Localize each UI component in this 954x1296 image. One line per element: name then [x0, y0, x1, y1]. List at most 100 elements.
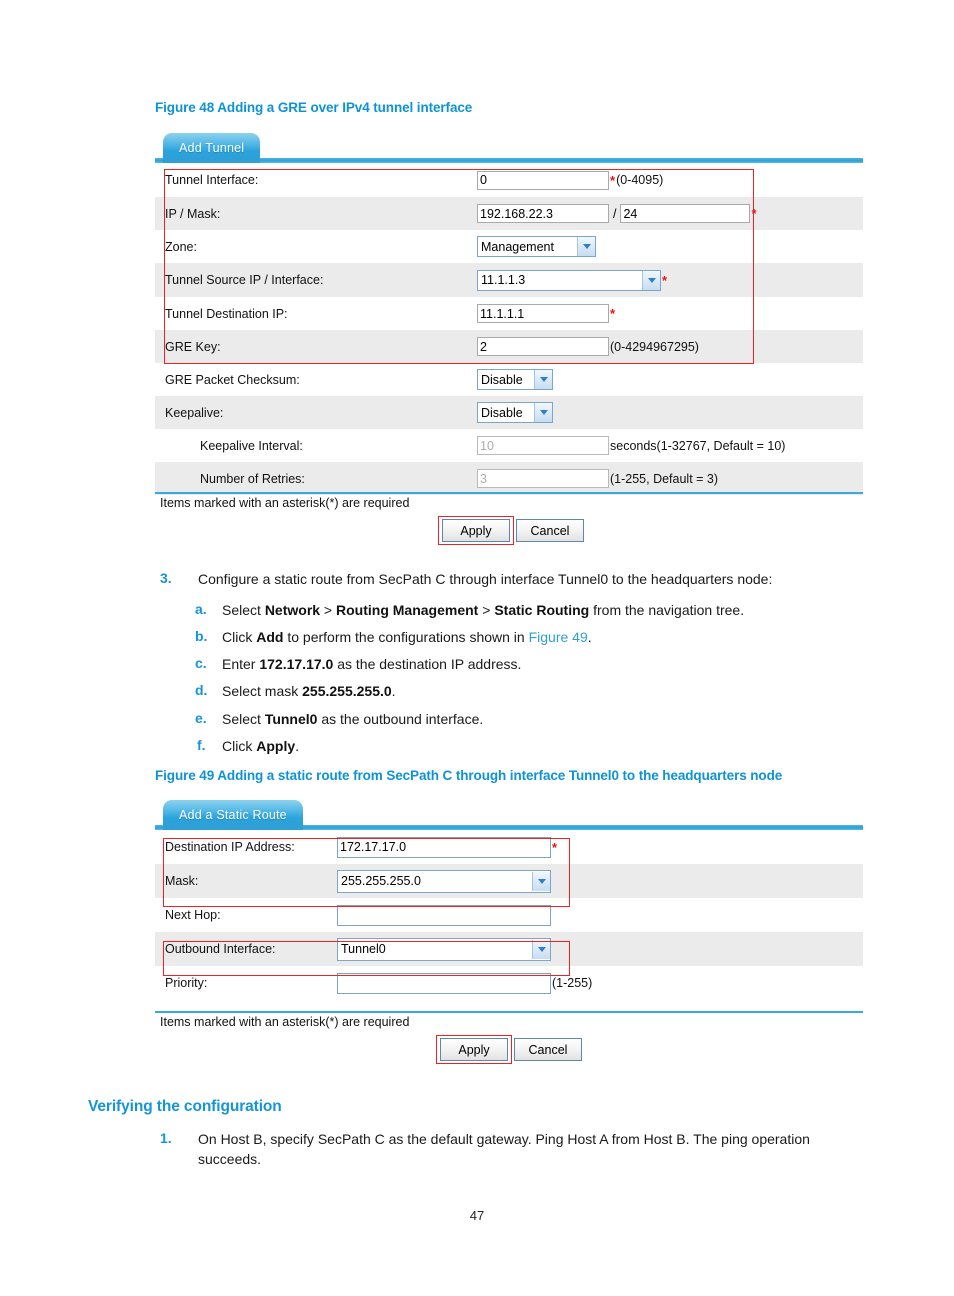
page-number: 47 — [469, 1208, 485, 1223]
plain-text: Enter — [222, 656, 260, 672]
mask-length-input[interactable] — [620, 204, 751, 223]
tunnel-interface-input[interactable] — [477, 170, 609, 190]
emphasis-text: Add — [256, 629, 284, 645]
row-outbound-interface: Outbound Interface: Tunnel0 — [155, 932, 863, 966]
control-tunnel-destination: * — [477, 304, 615, 323]
row-gre-packet-checksum: GRE Packet Checksum: Disable — [155, 363, 863, 396]
figure-48-caption: Figure 48 Adding a GRE over IPv4 tunnel … — [155, 100, 473, 115]
step-3-marker: 3. — [160, 570, 172, 586]
required-asterisk: * — [751, 206, 757, 221]
ip-address-input[interactable] — [477, 204, 609, 223]
hint-priority: (1-255) — [552, 976, 593, 990]
label-priority: Priority: — [165, 976, 208, 990]
row-tunnel-interface: Tunnel Interface: * (0-4095) — [155, 163, 863, 197]
control-number-of-retries: (1-255, Default = 3) — [477, 469, 718, 488]
mask-select[interactable]: 255.255.255.0 — [337, 869, 551, 893]
substep-f-marker: f. — [197, 737, 206, 753]
substep-a-text: Select Network > Routing Management > St… — [222, 601, 882, 621]
control-outbound-interface: Tunnel0 — [337, 937, 551, 961]
chevron-down-icon[interactable] — [532, 871, 550, 891]
add-tunnel-tab-strip: Add Tunnel — [155, 133, 863, 163]
hint-keepalive-interval: seconds(1-32767, Default = 10) — [610, 438, 786, 453]
required-note-49: Items marked with an asterisk(*) are req… — [160, 1015, 410, 1029]
row-zone: Zone: Management — [155, 230, 863, 263]
chevron-down-icon[interactable] — [532, 939, 550, 959]
control-tunnel-source: 11.1.1.3 * — [477, 269, 667, 291]
substep-a-marker: a. — [195, 601, 207, 617]
emphasis-text: Static Routing — [494, 602, 590, 618]
tab-add-static-route[interactable]: Add a Static Route — [163, 800, 303, 830]
zone-select[interactable]: Management — [477, 236, 596, 257]
emphasis-text: Tunnel0 — [264, 711, 318, 727]
plain-text: Click — [222, 738, 257, 754]
button-row-48: Apply Cancel — [442, 519, 584, 542]
outbound-interface-select[interactable]: Tunnel0 — [337, 937, 551, 961]
substep-c-text: Enter 172.17.17.0 as the destination IP … — [222, 655, 882, 675]
emphasis-text: 172.17.17.0 — [259, 656, 334, 672]
row-tunnel-source: Tunnel Source IP / Interface: 11.1.1.3 * — [155, 263, 863, 297]
tunnel-source-value: 11.1.1.3 — [481, 273, 526, 287]
control-ip-mask: / * — [477, 204, 757, 223]
keepalive-select[interactable]: Disable — [477, 402, 553, 423]
tab-add-tunnel-label: Add Tunnel — [179, 141, 245, 155]
apply-button[interactable]: Apply — [442, 519, 510, 542]
plain-text: . — [295, 738, 300, 754]
figure-reference-link[interactable]: Figure 49 — [529, 629, 588, 645]
cancel-button[interactable]: Cancel — [514, 1038, 582, 1061]
tunnel-source-select[interactable]: 11.1.1.3 — [477, 269, 661, 291]
keepalive-interval-input[interactable] — [477, 436, 609, 455]
control-zone: Management — [477, 236, 596, 257]
destination-ip-input[interactable] — [337, 836, 551, 858]
control-gre-packet-checksum: Disable — [477, 369, 553, 390]
tab-add-tunnel[interactable]: Add Tunnel — [163, 133, 261, 163]
label-destination-ip: Destination IP Address: — [165, 840, 295, 854]
label-tunnel-source: Tunnel Source IP / Interface: — [165, 273, 324, 287]
row-keepalive-interval: Keepalive Interval: seconds(1-32767, Def… — [155, 429, 863, 462]
control-next-hop — [337, 904, 551, 926]
number-of-retries-input[interactable] — [477, 469, 609, 488]
plain-text: to perform the configurations shown in — [283, 629, 529, 645]
form-bottom-rule — [155, 492, 863, 494]
chevron-down-icon[interactable] — [642, 270, 660, 290]
add-tunnel-form: Tunnel Interface: * (0-4095) IP / Mask: … — [155, 163, 863, 495]
control-mask: 255.255.255.0 — [337, 869, 551, 893]
label-next-hop: Next Hop: — [165, 908, 221, 922]
label-gre-packet-checksum: GRE Packet Checksum: — [165, 372, 300, 387]
chevron-down-icon[interactable] — [534, 403, 552, 422]
priority-input[interactable] — [337, 972, 551, 994]
label-ip-mask: IP / Mask: — [165, 206, 221, 221]
document-page: Figure 48 Adding a GRE over IPv4 tunnel … — [0, 0, 954, 1296]
substep-b-text: Click Add to perform the configurations … — [222, 628, 882, 648]
verify-step-1-marker: 1. — [160, 1130, 172, 1146]
apply-button[interactable]: Apply — [440, 1038, 508, 1061]
row-gre-key: GRE Key: (0-4294967295) — [155, 330, 863, 363]
substep-c-marker: c. — [195, 655, 207, 671]
label-zone: Zone: — [165, 239, 197, 254]
plain-text: as the destination IP address. — [333, 656, 522, 672]
cancel-button[interactable]: Cancel — [516, 519, 584, 542]
form-bottom-rule-49 — [155, 1011, 863, 1013]
add-static-route-form: Destination IP Address: * Mask: 255.255.… — [155, 830, 863, 1000]
hint-gre-key: (0-4294967295) — [610, 339, 699, 354]
mask-select-value: 255.255.255.0 — [341, 874, 421, 888]
tunnel-destination-input[interactable] — [477, 304, 609, 323]
emphasis-text: Network — [264, 602, 321, 618]
plain-text: from the navigation tree. — [589, 602, 745, 618]
plain-text: > — [478, 602, 495, 618]
label-tunnel-destination: Tunnel Destination IP: — [165, 306, 288, 321]
tab-add-static-route-label: Add a Static Route — [179, 808, 287, 822]
chevron-down-icon[interactable] — [534, 370, 552, 389]
label-number-of-retries: Number of Retries: — [200, 471, 305, 486]
label-keepalive-interval: Keepalive Interval: — [200, 438, 303, 453]
chevron-down-icon[interactable] — [577, 237, 595, 256]
keepalive-value: Disable — [481, 405, 523, 420]
gre-packet-checksum-select[interactable]: Disable — [477, 369, 553, 390]
gre-key-input[interactable] — [477, 337, 609, 356]
add-static-route-dialog: Add a Static Route Destination IP Addres… — [155, 800, 863, 1000]
label-tunnel-interface: Tunnel Interface: — [165, 173, 259, 187]
figure-49-caption: Figure 49 Adding a static route from Sec… — [155, 768, 783, 783]
row-priority: Priority: (1-255) — [155, 966, 863, 1000]
row-number-of-retries: Number of Retries: (1-255, Default = 3) — [155, 462, 863, 495]
next-hop-input[interactable] — [337, 904, 551, 926]
substep-e-text: Select Tunnel0 as the outbound interface… — [222, 710, 882, 730]
